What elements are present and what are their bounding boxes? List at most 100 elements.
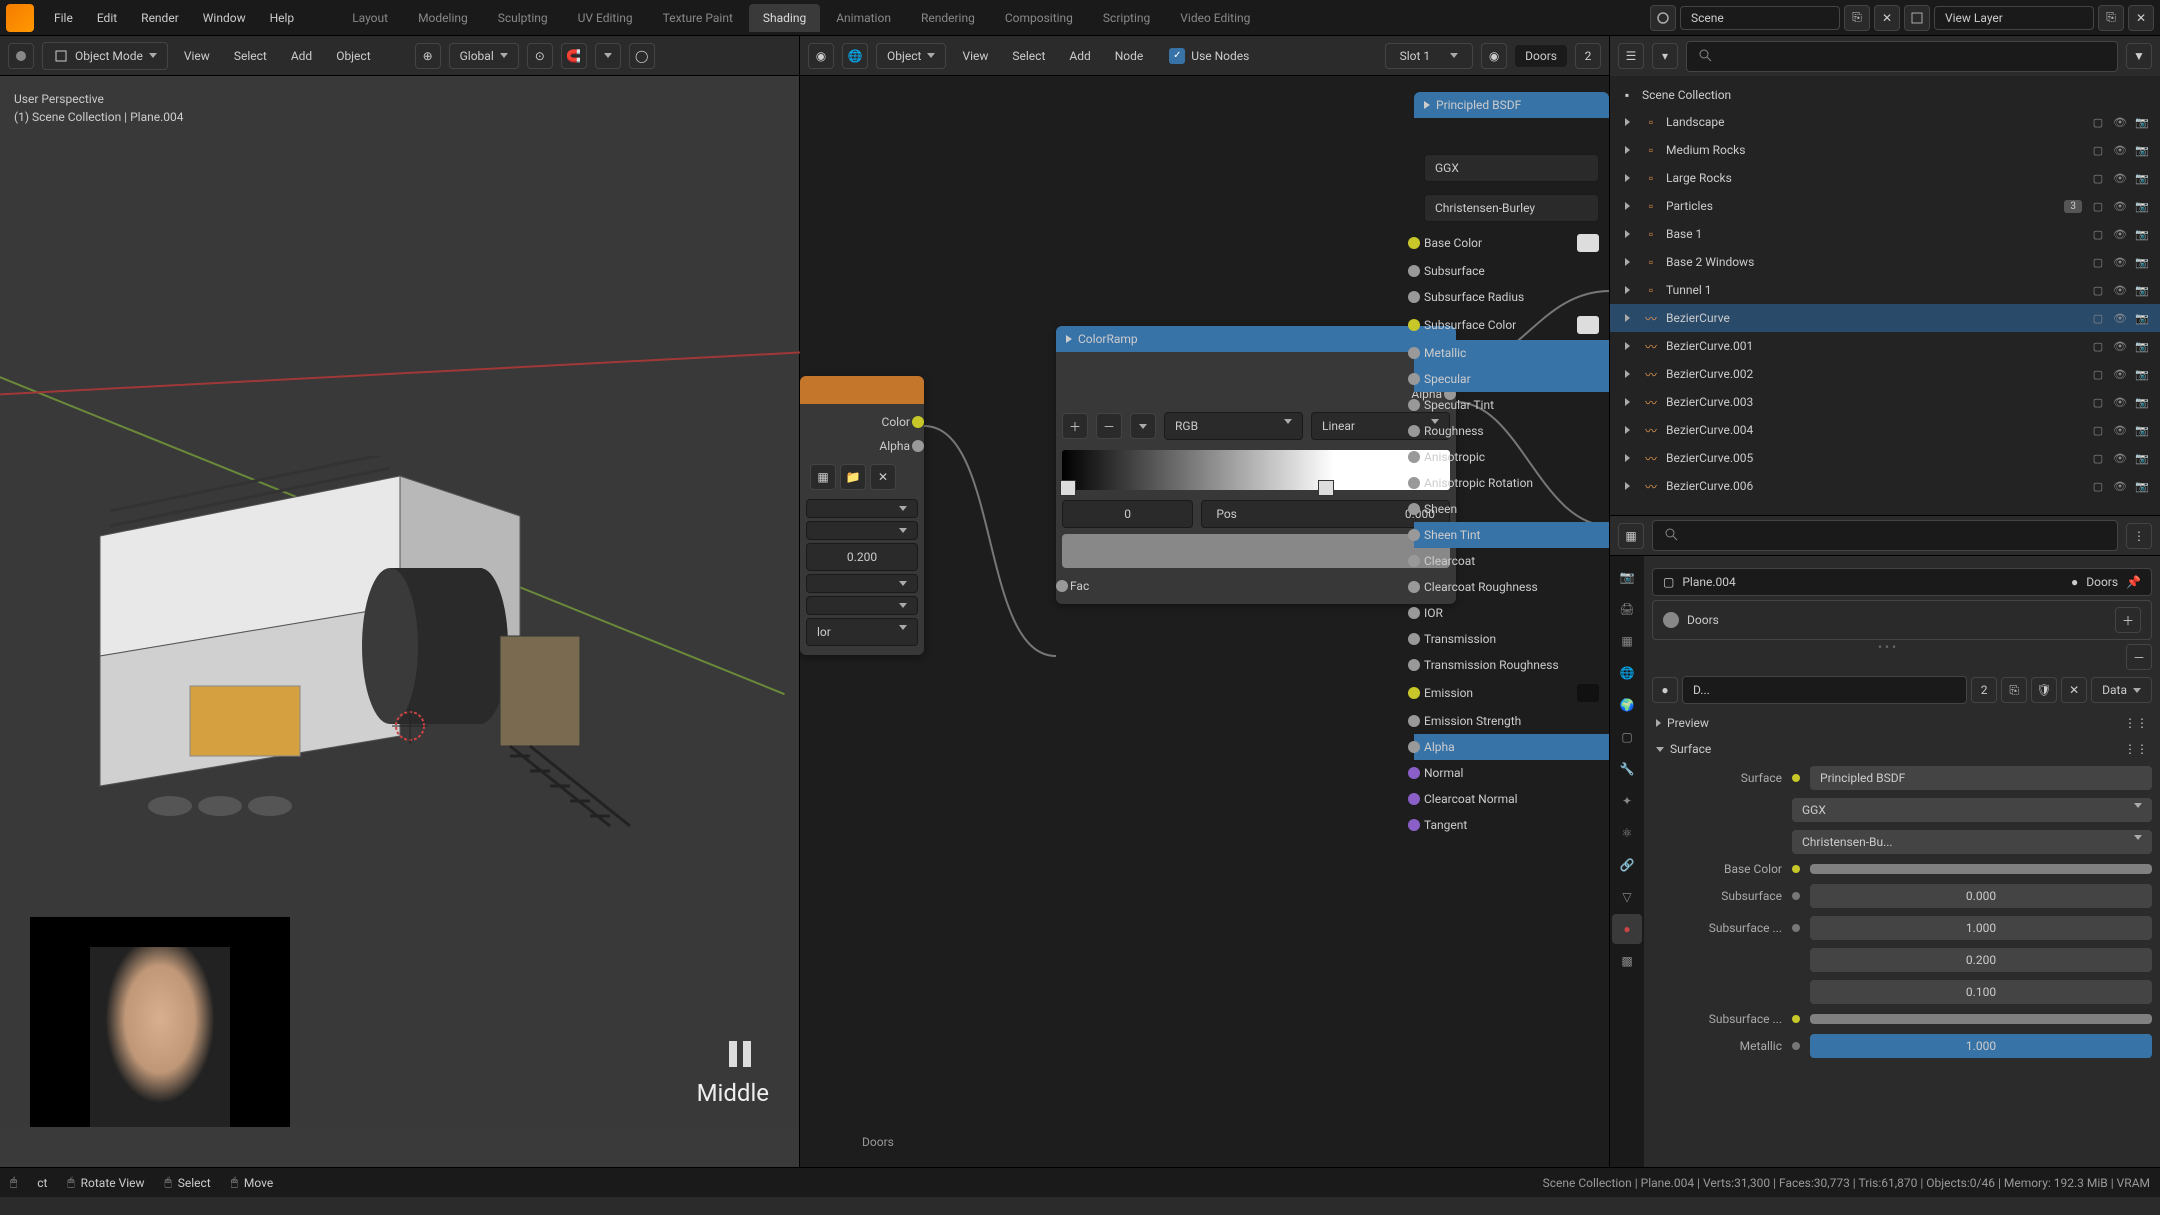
node-canvas[interactable]: Color Alpha ▦ 📁 ✕ 0.200 lor <box>800 76 1609 1167</box>
tree-row[interactable]: 〰BezierCurve.001▢👁📷 <box>1610 332 2160 360</box>
value-field[interactable]: 0.200 <box>806 543 918 571</box>
gradient-bar[interactable] <box>1062 450 1450 490</box>
tab-shading[interactable]: Shading <box>749 4 820 32</box>
principled-bsdf-node[interactable]: Principled BSDF GGX Christensen-Burley B… <box>1414 92 1609 838</box>
use-nodes-checkbox[interactable]: ✓ <box>1169 48 1185 64</box>
menu-edit[interactable]: Edit <box>87 5 127 31</box>
subsurface-prop[interactable]: 0.000 <box>1810 884 2152 908</box>
tree-row[interactable]: ▫Base 1▢👁📷 <box>1610 220 2160 248</box>
mat-new-icon[interactable]: ⎘ <box>2001 677 2027 703</box>
tab-sculpting[interactable]: Sculpting <box>484 4 562 32</box>
scene-browse-icon[interactable] <box>1650 5 1676 31</box>
viewlayer-delete-icon[interactable]: ✕ <box>2128 5 2154 31</box>
shader-object-selector[interactable]: Object <box>876 43 946 69</box>
tree-row[interactable]: 〰BezierCurve.006▢👁📷 <box>1610 472 2160 500</box>
collapse-icon[interactable] <box>1066 335 1072 343</box>
viewlayer-browse-icon[interactable] <box>1904 5 1930 31</box>
tab-particle[interactable]: ✦ <box>1612 786 1642 816</box>
subsurface-radius-3[interactable]: 0.100 <box>1810 980 2152 1004</box>
tree-row[interactable]: ▫Base 2 Windows▢👁📷 <box>1610 248 2160 276</box>
node-add-menu[interactable]: Add <box>1061 44 1098 68</box>
view-layer-field[interactable]: View Layer <box>1934 6 2094 30</box>
tab-texture-paint[interactable]: Texture Paint <box>649 4 747 32</box>
metallic-prop[interactable]: 1.000 <box>1810 1034 2152 1058</box>
tree-row[interactable]: 〰BezierCurve▢👁📷 <box>1610 304 2160 332</box>
distribution-select[interactable]: GGX <box>1424 154 1599 182</box>
subsurface-radius-2[interactable]: 0.200 <box>1810 948 2152 972</box>
ramp-remove-icon[interactable]: － <box>1096 413 1122 439</box>
node-menu[interactable]: Node <box>1107 44 1152 68</box>
tree-row[interactable]: ▫Landscape▢👁📷 <box>1610 108 2160 136</box>
properties-options-icon[interactable]: ⋮ <box>2126 523 2152 549</box>
tree-row[interactable]: ▫Medium Rocks▢👁📷 <box>1610 136 2160 164</box>
filter-icon[interactable]: ▼ <box>2126 43 2152 69</box>
material-browse-icon[interactable]: ◉ <box>1481 43 1507 69</box>
editor-type-shader-icon[interactable]: ◉ <box>808 43 834 69</box>
tab-animation[interactable]: Animation <box>822 4 905 32</box>
properties-search[interactable] <box>1652 520 2118 551</box>
color-stop-0[interactable] <box>1060 480 1076 496</box>
material-name-field[interactable]: Doors <box>1515 45 1567 67</box>
tree-row[interactable]: 〰BezierCurve.005▢👁📷 <box>1610 444 2160 472</box>
scene-delete-icon[interactable]: ✕ <box>1874 5 1900 31</box>
tab-viewlayer[interactable]: ▦ <box>1612 626 1642 656</box>
sss-method-prop-select[interactable]: Christensen-Bu... <box>1792 830 2152 854</box>
distribution-prop-select[interactable]: GGX <box>1792 798 2152 822</box>
outliner-search[interactable] <box>1686 41 2118 72</box>
surface-section[interactable]: Surface⋮⋮ <box>1652 736 2152 762</box>
properties-editor-type-icon[interactable]: ▦ <box>1618 523 1644 549</box>
tab-compositing[interactable]: Compositing <box>991 4 1087 32</box>
mat-remove-icon[interactable]: － <box>2126 644 2152 670</box>
tree-row[interactable]: 〰BezierCurve.003▢👁📷 <box>1610 388 2160 416</box>
node-select-menu[interactable]: Select <box>1004 44 1053 68</box>
proportional-icon[interactable]: ◯ <box>629 43 655 69</box>
subsurface-method-select[interactable]: Christensen-Burley <box>1424 194 1599 222</box>
tab-output[interactable]: 🖨 <box>1612 594 1642 624</box>
tree-row[interactable]: 〰BezierCurve.002▢👁📷 <box>1610 360 2160 388</box>
stop-index[interactable]: 0 <box>1062 500 1193 528</box>
tab-constraint[interactable]: 🔗 <box>1612 850 1642 880</box>
transform-orientation-icon[interactable]: ⊕ <box>415 43 441 69</box>
base-color-prop[interactable] <box>1810 864 2152 874</box>
bsdf-collapse-icon[interactable] <box>1424 101 1430 109</box>
mat-users[interactable]: 2 <box>1971 677 1997 703</box>
object-breadcrumb[interactable]: ▢Plane.004 ●Doors 📌 <box>1652 568 2152 596</box>
scene-name-field[interactable]: Scene <box>1680 6 1840 30</box>
image-unlink-icon[interactable]: ✕ <box>870 464 896 490</box>
subsurface-radius-1[interactable]: 1.000 <box>1810 916 2152 940</box>
tab-modifier[interactable]: 🔧 <box>1612 754 1642 784</box>
mat-add-icon[interactable]: ＋ <box>2115 607 2141 633</box>
menu-help[interactable]: Help <box>260 5 305 31</box>
orientation-selector[interactable]: Global <box>449 43 519 69</box>
tab-video-editing[interactable]: Video Editing <box>1166 4 1264 32</box>
link-select[interactable]: Data <box>2091 677 2152 703</box>
viewlayer-new-icon[interactable]: ⎘ <box>2098 5 2124 31</box>
tab-material[interactable]: ● <box>1612 914 1642 944</box>
tab-object[interactable]: ▢ <box>1612 722 1642 752</box>
tab-rendering[interactable]: Rendering <box>907 4 989 32</box>
tree-row[interactable]: ▫Large Rocks▢👁📷 <box>1610 164 2160 192</box>
scene-new-icon[interactable]: ⎘ <box>1844 5 1870 31</box>
view-menu[interactable]: View <box>176 44 218 68</box>
tab-scripting[interactable]: Scripting <box>1089 4 1164 32</box>
menu-window[interactable]: Window <box>193 5 256 31</box>
node-view-menu[interactable]: View <box>954 44 996 68</box>
outliner-type-icon[interactable]: ☰ <box>1618 43 1644 69</box>
tab-texture[interactable]: ▩ <box>1612 946 1642 976</box>
tab-world[interactable]: 🌍 <box>1612 690 1642 720</box>
material-users-count[interactable]: 2 <box>1575 43 1601 69</box>
ramp-tools-icon[interactable] <box>1130 413 1156 439</box>
base-color-swatch[interactable] <box>1577 234 1599 252</box>
tree-row[interactable]: 〰BezierCurve.004▢👁📷 <box>1610 416 2160 444</box>
color-stop-1[interactable] <box>1318 480 1334 496</box>
pivot-icon[interactable]: ⊙ <box>527 43 553 69</box>
tab-data[interactable]: ▽ <box>1612 882 1642 912</box>
outliner-tree[interactable]: ▪Scene Collection ▫Landscape▢👁📷▫Medium R… <box>1610 76 2160 506</box>
image-browse-icon[interactable]: ▦ <box>810 464 836 490</box>
select-menu[interactable]: Select <box>226 44 275 68</box>
snap-options-icon[interactable] <box>595 43 621 69</box>
tab-uv-editing[interactable]: UV Editing <box>564 4 647 32</box>
tab-scene[interactable]: 🌐 <box>1612 658 1642 688</box>
preview-section[interactable]: Preview⋮⋮ <box>1652 710 2152 736</box>
tab-modeling[interactable]: Modeling <box>404 4 482 32</box>
